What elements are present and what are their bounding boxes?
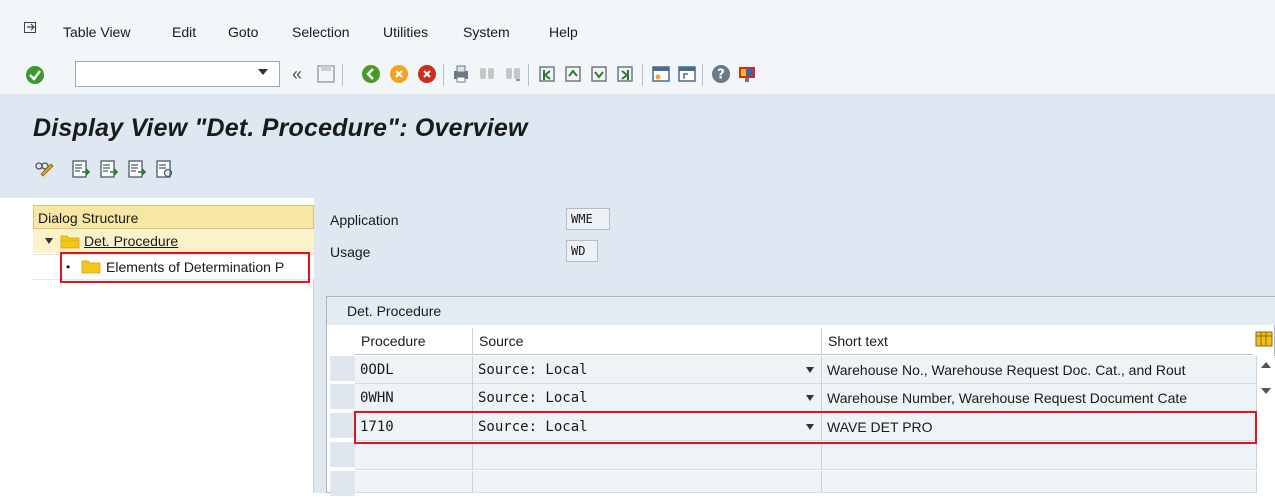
- select-all-icon[interactable]: [154, 158, 176, 180]
- exit-icon[interactable]: [388, 62, 410, 86]
- empty-cell[interactable]: [355, 442, 473, 470]
- vertical-scrollbar[interactable]: [1257, 356, 1275, 493]
- toolbar-separator: [342, 64, 343, 86]
- menu-system[interactable]: System: [463, 24, 510, 40]
- table-title: Det. Procedure: [347, 303, 442, 319]
- column-header-source[interactable]: Source: [473, 328, 822, 355]
- empty-cell[interactable]: [822, 442, 1257, 470]
- menu-utilities[interactable]: Utilities: [383, 24, 428, 40]
- page-title: Display View "Det. Procedure": Overview: [33, 114, 528, 142]
- table-settings-icon[interactable]: [1255, 330, 1273, 348]
- svg-text:?: ?: [717, 68, 725, 83]
- row-selector[interactable]: [330, 384, 355, 410]
- customize-layout-icon[interactable]: [736, 62, 758, 86]
- enter-icon[interactable]: [24, 63, 46, 87]
- application-label: Application: [330, 212, 399, 228]
- column-header-short-text[interactable]: Short text: [822, 328, 1252, 355]
- cell-short-text[interactable]: Warehouse No., Warehouse Request Doc. Ca…: [822, 356, 1257, 384]
- highlight-box: [354, 411, 1257, 444]
- select-all-rows[interactable]: [330, 328, 355, 355]
- menu-expand-icon[interactable]: [24, 22, 38, 34]
- new-entries-icon[interactable]: [70, 158, 92, 180]
- menu-selection[interactable]: Selection: [292, 24, 350, 40]
- command-history-dropdown-icon[interactable]: [258, 69, 268, 75]
- collapse-toolbar-icon[interactable]: «: [292, 64, 302, 85]
- shortcut-icon[interactable]: [676, 62, 698, 86]
- title-area: [0, 94, 1275, 198]
- empty-cell[interactable]: [473, 471, 822, 493]
- menu-goto[interactable]: Goto: [228, 24, 258, 40]
- folder-open-icon: [60, 235, 80, 249]
- menu-table-view[interactable]: Table View: [63, 24, 130, 40]
- toolbar-separator: [642, 64, 643, 86]
- dialog-structure-title: Dialog Structure: [38, 210, 139, 226]
- create-session-icon[interactable]: [650, 62, 672, 86]
- usage-label: Usage: [330, 244, 371, 260]
- find-icon[interactable]: [476, 62, 498, 86]
- row-selector[interactable]: [330, 442, 355, 468]
- cell-source[interactable]: Source: Local: [473, 384, 822, 412]
- cell-procedure[interactable]: 0ODL: [355, 356, 473, 384]
- delete-icon[interactable]: [126, 158, 148, 180]
- toolbar-separator: [528, 64, 529, 86]
- application-field: WME: [566, 208, 610, 230]
- source-dropdown-icon[interactable]: [806, 367, 814, 373]
- back-icon[interactable]: [360, 62, 382, 86]
- row-selector[interactable]: [330, 471, 355, 497]
- highlight-box: [60, 252, 310, 283]
- cell-source[interactable]: Source: Local: [473, 356, 822, 384]
- tree-item-label[interactable]: Det. Procedure: [84, 233, 178, 249]
- first-page-icon[interactable]: [536, 62, 558, 86]
- print-icon[interactable]: [450, 62, 472, 86]
- next-page-icon[interactable]: [588, 62, 610, 86]
- table-title-bar: [327, 297, 1275, 325]
- menu-help[interactable]: Help: [549, 24, 578, 40]
- source-dropdown-icon[interactable]: [806, 395, 814, 401]
- row-selector[interactable]: [330, 356, 355, 382]
- menu-edit[interactable]: Edit: [172, 24, 196, 40]
- previous-page-icon[interactable]: [562, 62, 584, 86]
- toolbar-separator: [443, 64, 444, 86]
- menu-bar: Table View Edit Goto Selection Utilities…: [0, 0, 1275, 58]
- empty-cell[interactable]: [355, 471, 473, 493]
- tree-expand-icon[interactable]: [45, 238, 53, 244]
- usage-field: WD: [566, 240, 598, 262]
- row-selector[interactable]: [330, 413, 355, 439]
- find-next-icon[interactable]: [502, 62, 524, 86]
- display-change-icon[interactable]: [33, 158, 55, 180]
- help-icon[interactable]: ?: [710, 62, 732, 86]
- copy-as-icon[interactable]: [98, 158, 120, 180]
- cell-procedure[interactable]: 0WHN: [355, 384, 473, 412]
- column-header-procedure[interactable]: Procedure: [355, 328, 473, 355]
- last-page-icon[interactable]: [614, 62, 636, 86]
- cancel-icon[interactable]: [416, 62, 438, 86]
- empty-cell[interactable]: [822, 471, 1257, 493]
- empty-cell[interactable]: [473, 442, 822, 470]
- command-field[interactable]: [75, 61, 280, 87]
- scroll-up-icon[interactable]: [1261, 362, 1271, 368]
- cell-short-text[interactable]: Warehouse Number, Warehouse Request Docu…: [822, 384, 1257, 412]
- save-icon[interactable]: [315, 62, 337, 86]
- toolbar-separator: [702, 64, 703, 86]
- scroll-down-icon[interactable]: [1261, 388, 1271, 394]
